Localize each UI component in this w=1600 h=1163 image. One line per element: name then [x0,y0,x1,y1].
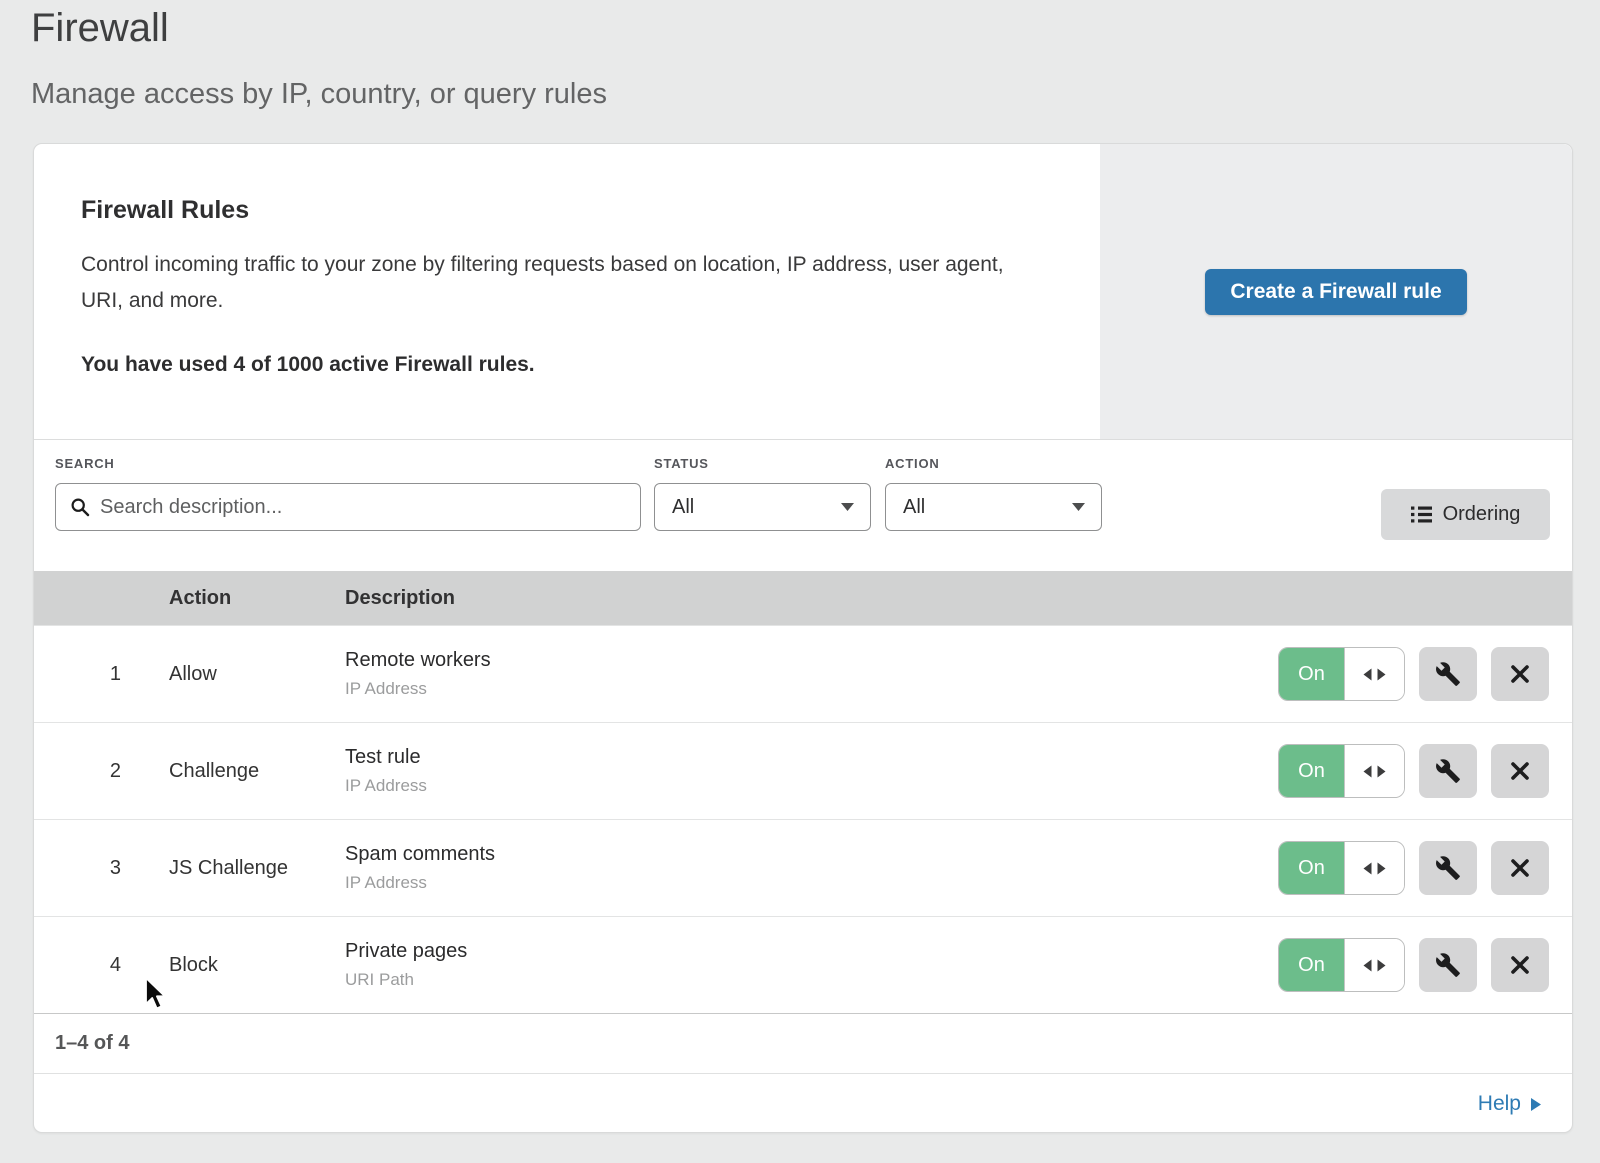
delete-rule-button[interactable] [1491,744,1549,798]
page-subtitle: Manage access by IP, country, or query r… [31,78,607,111]
rule-description: Test rule [345,746,1252,769]
firewall-rules-card: Firewall Rules Control incoming traffic … [33,143,1573,1133]
toggle-handle[interactable] [1344,648,1404,700]
table-row: 4 Block Private pages URI Path On [34,916,1572,1013]
rule-priority: 3 [34,857,169,880]
toggle-on-label: On [1279,939,1344,991]
action-select-value: All [903,496,925,519]
rule-description: Spam comments [345,843,1252,866]
section-heading: Firewall Rules [81,196,1040,225]
create-firewall-rule-button[interactable]: Create a Firewall rule [1205,269,1466,315]
rule-action: JS Challenge [169,857,345,880]
action-label: ACTION [885,456,940,471]
left-right-arrows-icon [1363,862,1386,875]
close-icon [1509,857,1531,879]
chevron-down-icon [1072,503,1085,511]
rule-priority: 2 [34,760,169,783]
create-rule-panel: Create a Firewall rule [1100,144,1572,439]
action-column-header: Action [169,587,345,610]
toggle-on-label: On [1279,648,1344,700]
action-select[interactable]: All [885,483,1102,531]
delete-rule-button[interactable] [1491,938,1549,992]
rule-priority: 4 [34,954,169,977]
table-row: 1 Allow Remote workers IP Address On [34,625,1572,722]
table-row: 3 JS Challenge Spam comments IP Address … [34,819,1572,916]
rule-match-type: IP Address [345,776,1252,796]
ordering-button[interactable]: Ordering [1381,489,1550,540]
help-link-label: Help [1478,1092,1521,1116]
left-right-arrows-icon [1363,765,1386,778]
rule-description: Remote workers [345,649,1252,672]
help-link[interactable]: Help [1478,1092,1541,1116]
rule-action: Block [169,954,345,977]
overview-section: Firewall Rules Control incoming traffic … [34,144,1572,439]
edit-rule-button[interactable] [1419,744,1477,798]
arrow-right-icon [1531,1098,1541,1111]
search-box [55,483,641,531]
close-icon [1509,760,1531,782]
rule-priority: 1 [34,663,169,686]
toggle-handle[interactable] [1344,745,1404,797]
delete-rule-button[interactable] [1491,841,1549,895]
status-label: STATUS [654,456,709,471]
chevron-down-icon [841,503,854,511]
search-input[interactable] [100,496,626,519]
toggle-handle[interactable] [1344,939,1404,991]
edit-rule-button[interactable] [1419,938,1477,992]
overview-text-panel: Firewall Rules Control incoming traffic … [34,144,1100,439]
status-select[interactable]: All [654,483,871,531]
rule-action: Challenge [169,760,345,783]
toggle-on-label: On [1279,745,1344,797]
rule-enabled-toggle[interactable]: On [1278,841,1405,895]
usage-summary: You have used 4 of 1000 active Firewall … [81,353,1040,377]
filters-bar: SEARCH STATUS ACTION All All [34,439,1572,571]
search-icon [70,497,90,517]
page-title: Firewall [31,6,169,51]
rule-action: Allow [169,663,345,686]
rule-match-type: IP Address [345,679,1252,699]
toggle-on-label: On [1279,842,1344,894]
rule-match-type: URI Path [345,970,1252,990]
rule-enabled-toggle[interactable]: On [1278,744,1405,798]
status-select-value: All [672,496,694,519]
description-column-header: Description [345,587,1252,610]
rule-enabled-toggle[interactable]: On [1278,938,1405,992]
rule-match-type: IP Address [345,873,1252,893]
toggle-handle[interactable] [1344,842,1404,894]
pagination-bar: 1–4 of 4 [34,1013,1572,1073]
close-icon [1509,954,1531,976]
wrench-icon [1435,952,1461,978]
left-right-arrows-icon [1363,959,1386,972]
help-bar: Help [34,1073,1572,1133]
wrench-icon [1435,661,1461,687]
delete-rule-button[interactable] [1491,647,1549,701]
rule-enabled-toggle[interactable]: On [1278,647,1405,701]
wrench-icon [1435,855,1461,881]
table-row: 2 Challenge Test rule IP Address On [34,722,1572,819]
pagination-range: 1–4 of 4 [55,1032,129,1055]
search-label: SEARCH [55,456,115,471]
section-description: Control incoming traffic to your zone by… [81,247,1031,319]
edit-rule-button[interactable] [1419,841,1477,895]
ordering-button-label: Ordering [1443,503,1521,526]
rule-description: Private pages [345,940,1252,963]
wrench-icon [1435,758,1461,784]
left-right-arrows-icon [1363,668,1386,681]
table-header: Action Description [34,571,1572,625]
edit-rule-button[interactable] [1419,647,1477,701]
close-icon [1509,663,1531,685]
ordered-list-icon [1411,506,1432,523]
